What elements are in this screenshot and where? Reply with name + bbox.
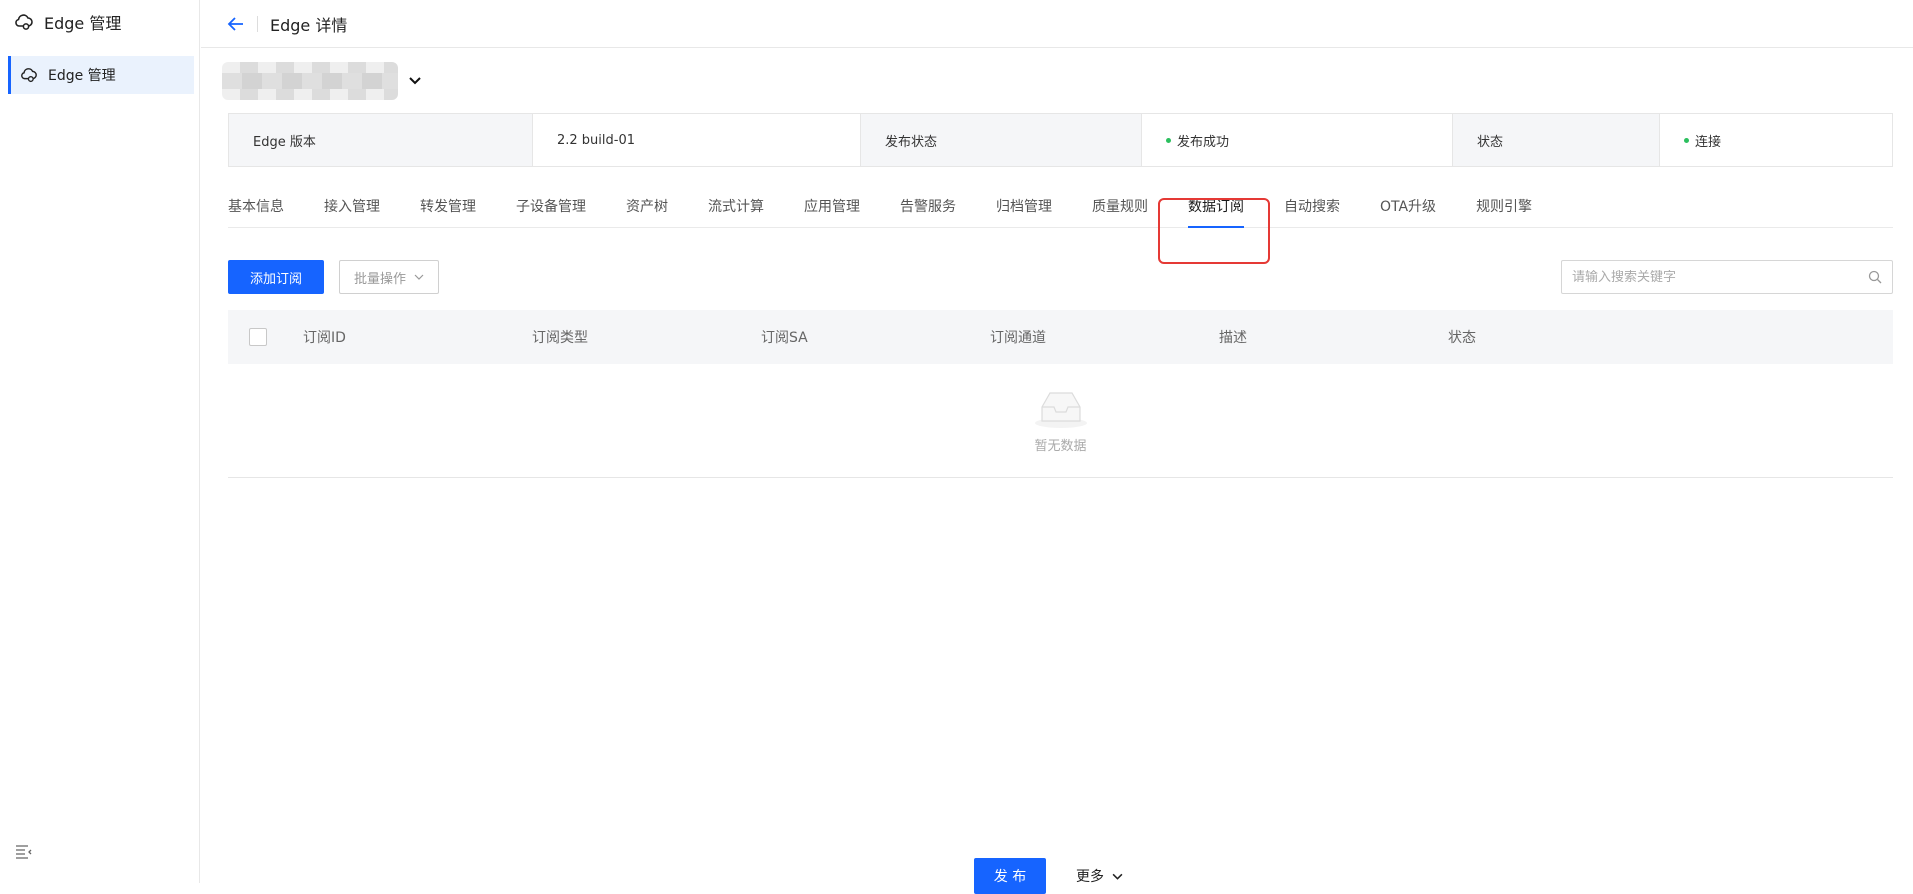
publish-status-value: 发布成功: [1142, 114, 1453, 166]
column-header-description[interactable]: 描述: [1219, 327, 1448, 347]
redacted-edge-name: [222, 62, 398, 100]
add-subscription-button[interactable]: 添加订阅: [228, 260, 324, 294]
publish-status-text: 发布成功: [1177, 134, 1230, 150]
empty-state: 暂无数据: [228, 364, 1893, 478]
batch-operation-label: 批量操作: [353, 271, 406, 287]
tab-alarm-service[interactable]: 告警服务: [900, 184, 956, 228]
tab-sub-device-management[interactable]: 子设备管理: [516, 184, 586, 228]
tab-stream-computing[interactable]: 流式计算: [708, 184, 764, 228]
select-all-checkbox[interactable]: [249, 328, 267, 346]
cloud-gear-icon: [21, 68, 37, 83]
tab-rule-engine[interactable]: 规则引擎: [1476, 184, 1532, 228]
subscription-table: 订阅ID 订阅类型 订阅SA 订阅通道 描述 状态 暂无数据: [228, 310, 1893, 478]
back-arrow-icon[interactable]: [227, 15, 245, 33]
sidebar-item-label: Edge 管理: [48, 68, 116, 84]
more-dropdown[interactable]: 更多: [1076, 858, 1123, 894]
version-value: 2.2 build-01: [533, 114, 861, 166]
empty-text: 暂无数据: [1034, 439, 1087, 454]
tab-ota-upgrade[interactable]: OTA升级: [1380, 184, 1436, 228]
search-input[interactable]: [1572, 269, 1868, 285]
divider: [257, 15, 258, 32]
tab-basic-info[interactable]: 基本信息: [228, 184, 284, 228]
search-box: [1561, 260, 1893, 294]
publish-status-label: 发布状态: [861, 114, 1142, 166]
tab-archive-management[interactable]: 归档管理: [996, 184, 1052, 228]
table-toolbar: 添加订阅 批量操作: [228, 260, 1893, 294]
sidebar: Edge 管理 Edge 管理: [0, 0, 200, 883]
empty-inbox-icon: [1034, 392, 1087, 428]
more-label: 更多: [1076, 869, 1104, 885]
table-header: 订阅ID 订阅类型 订阅SA 订阅通道 描述 状态: [228, 310, 1893, 364]
tab-app-management[interactable]: 应用管理: [804, 184, 860, 228]
top-bar: Edge 详情: [201, 0, 1913, 48]
tab-bar: 基本信息 接入管理 转发管理 子设备管理 资产树 流式计算 应用管理 告警服务 …: [228, 184, 1893, 228]
chevron-down-icon: [414, 274, 424, 280]
success-dot-icon: [1166, 137, 1171, 143]
chevron-down-icon: [1112, 873, 1123, 880]
tab-access-management[interactable]: 接入管理: [324, 184, 380, 228]
connection-status-value: 连接: [1660, 114, 1892, 166]
column-header-subscription-id[interactable]: 订阅ID: [303, 327, 532, 347]
sidebar-header: Edge 管理: [0, 0, 199, 44]
chevron-down-icon: [409, 77, 421, 85]
tab-auto-search[interactable]: 自动搜索: [1284, 184, 1340, 228]
column-header-subscription-sa[interactable]: 订阅SA: [761, 327, 990, 347]
tab-data-subscription[interactable]: 数据订阅: [1188, 184, 1244, 228]
tab-forwarding-management[interactable]: 转发管理: [420, 184, 476, 228]
edge-selector[interactable]: [222, 62, 422, 100]
edge-info-table: Edge 版本 2.2 build-01 发布状态 发布成功 状态 连接: [228, 113, 1893, 167]
connection-status-text: 连接: [1695, 134, 1722, 150]
version-label: Edge 版本: [229, 114, 533, 166]
column-header-status[interactable]: 状态: [1448, 327, 1677, 347]
cloud-gear-icon: [15, 14, 33, 30]
search-icon[interactable]: [1868, 270, 1882, 284]
column-header-subscription-channel[interactable]: 订阅通道: [990, 327, 1219, 347]
sidebar-title: Edge 管理: [44, 14, 122, 33]
sidebar-item-edge-management[interactable]: Edge 管理: [8, 56, 194, 94]
column-header-subscription-type[interactable]: 订阅类型: [532, 327, 761, 347]
success-dot-icon: [1684, 137, 1689, 143]
footer-actions: 发 布 更多: [228, 858, 1893, 894]
batch-operation-dropdown[interactable]: 批量操作: [339, 260, 439, 294]
page-title: Edge 详情: [270, 15, 348, 35]
tab-asset-tree[interactable]: 资产树: [626, 184, 668, 228]
tab-quality-rules[interactable]: 质量规则: [1092, 184, 1148, 228]
publish-button[interactable]: 发 布: [974, 858, 1046, 894]
connection-status-label: 状态: [1453, 114, 1660, 166]
collapse-menu-icon[interactable]: [15, 845, 33, 859]
